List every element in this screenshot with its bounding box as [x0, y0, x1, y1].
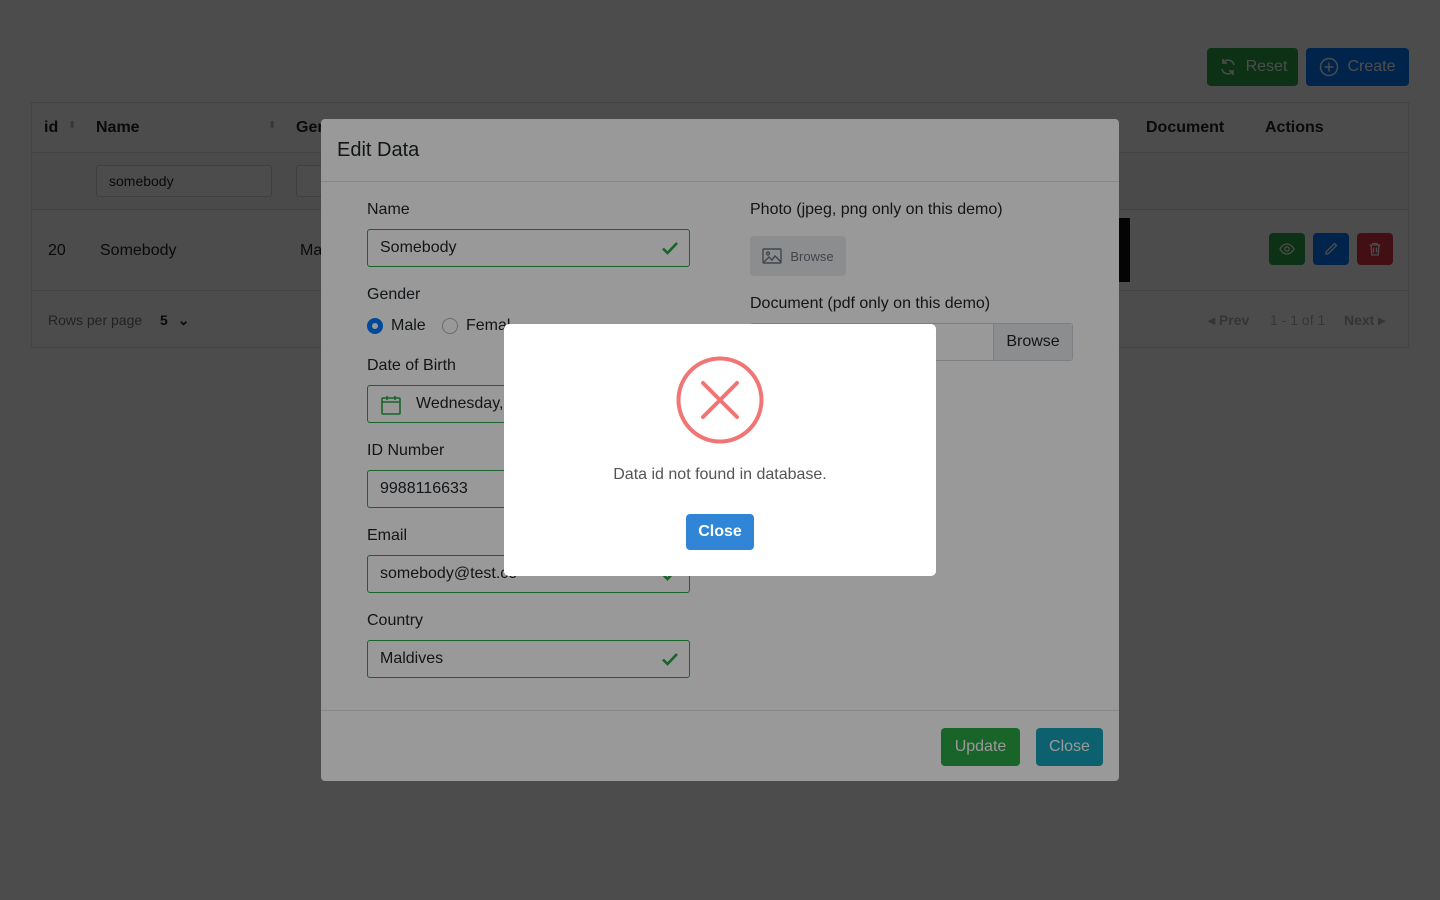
error-alert: Data id not found in database. Close — [504, 324, 936, 576]
alert-message: Data id not found in database. — [613, 466, 827, 483]
alert-close-label: Close — [698, 523, 742, 540]
error-x-icon — [676, 356, 764, 444]
alert-close-button[interactable]: Close — [686, 514, 754, 550]
